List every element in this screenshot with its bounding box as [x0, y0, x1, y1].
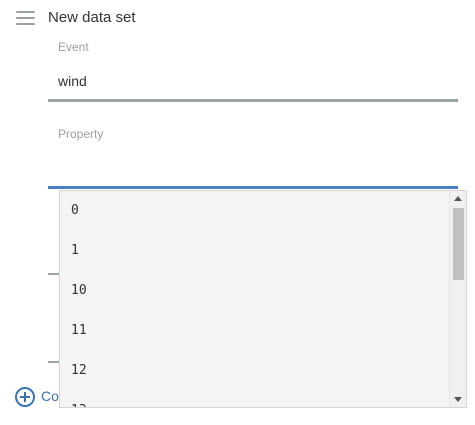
dropdown-option[interactable]: 0: [60, 191, 450, 231]
dropdown-option[interactable]: 13: [60, 391, 450, 407]
scroll-down-arrow-icon[interactable]: [454, 397, 462, 402]
dropdown-option[interactable]: 10: [60, 271, 450, 311]
scroll-up-arrow-icon[interactable]: [454, 196, 462, 201]
property-field-underline[interactable]: [48, 186, 458, 189]
property-dropdown-list[interactable]: 0 1 10 11 12 13: [59, 190, 467, 408]
add-circle-icon[interactable]: [15, 387, 35, 407]
dropdown-scrollbar[interactable]: [449, 191, 466, 407]
hamburger-line: [16, 11, 35, 13]
dropdown-option[interactable]: 12: [60, 351, 450, 391]
event-field-underline: [48, 99, 458, 102]
event-field-value[interactable]: wind: [58, 73, 87, 89]
add-button-label[interactable]: Co: [41, 388, 59, 404]
event-field-label: Event: [58, 40, 89, 54]
page-title: New data set: [48, 9, 136, 26]
hamburger-line: [16, 23, 35, 25]
dropdown-option[interactable]: 1: [60, 231, 450, 271]
hamburger-line: [16, 17, 35, 19]
hamburger-menu-icon[interactable]: [16, 11, 35, 25]
dropdown-options: 0 1 10 11 12 13: [60, 191, 450, 407]
property-field-label: Property: [58, 127, 104, 141]
dropdown-option[interactable]: 11: [60, 311, 450, 351]
scrollbar-thumb[interactable]: [453, 208, 464, 280]
